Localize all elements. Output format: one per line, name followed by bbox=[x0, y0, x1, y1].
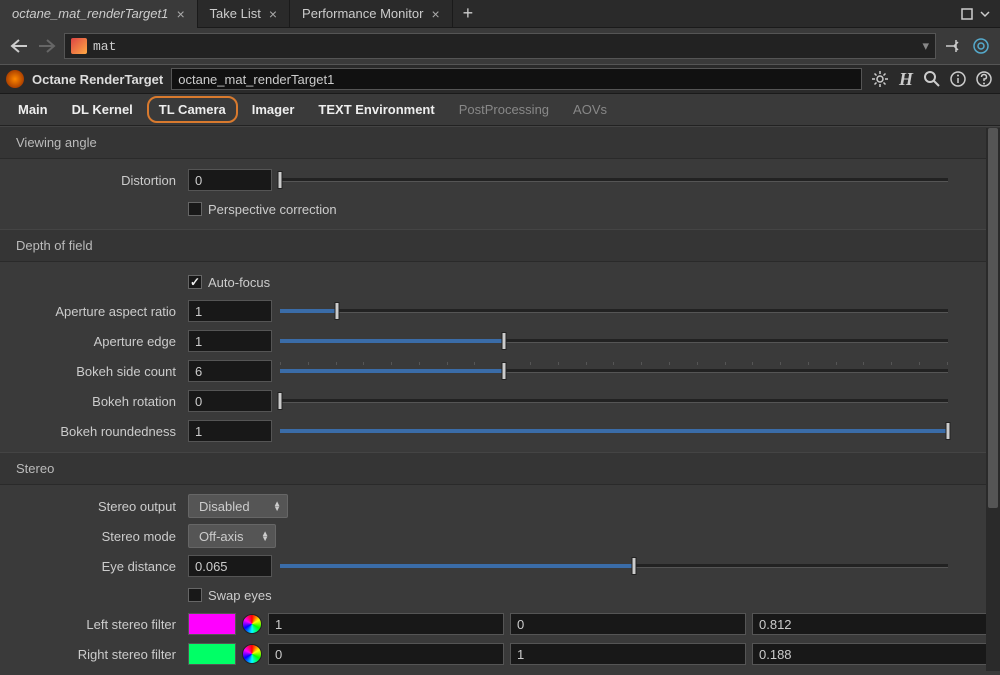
section-depth-of-field: Depth of field bbox=[0, 229, 1000, 262]
left-filter-color[interactable] bbox=[188, 613, 236, 635]
auto-focus-checkbox[interactable] bbox=[188, 275, 202, 289]
tab-take-list[interactable]: Take List × bbox=[198, 0, 291, 28]
eye-distance-label: Eye distance bbox=[0, 559, 180, 574]
stereo-mode-dropdown[interactable]: Off-axis ▲▼ bbox=[188, 524, 276, 548]
close-icon[interactable]: × bbox=[176, 6, 184, 22]
swap-eyes-label: Swap eyes bbox=[208, 588, 272, 603]
forward-button[interactable] bbox=[36, 35, 58, 57]
right-filter-label: Right stereo filter bbox=[0, 647, 180, 662]
add-tab-button[interactable]: + bbox=[453, 0, 484, 28]
pin-icon[interactable] bbox=[942, 35, 964, 57]
node-type-label: Octane RenderTarget bbox=[32, 72, 163, 87]
aperture-aspect-label: Aperture aspect ratio bbox=[0, 304, 180, 319]
chevron-updown-icon: ▲▼ bbox=[273, 501, 281, 511]
chevron-down-icon[interactable]: ▾ bbox=[922, 38, 929, 54]
gear-icon[interactable] bbox=[870, 69, 890, 89]
octane-icon bbox=[6, 70, 24, 88]
window-tab-bar: octane_mat_renderTarget1 × Take List × P… bbox=[0, 0, 1000, 28]
perspective-correction-checkbox[interactable] bbox=[188, 202, 202, 216]
maximize-icon[interactable] bbox=[960, 7, 974, 21]
chevron-updown-icon: ▲▼ bbox=[261, 531, 269, 541]
tab-label: octane_mat_renderTarget1 bbox=[12, 6, 168, 21]
stereo-output-label: Stereo output bbox=[0, 499, 180, 514]
bokeh-sides-input[interactable]: 6 bbox=[188, 360, 272, 382]
color-picker-icon[interactable] bbox=[242, 614, 262, 634]
tab-imager[interactable]: Imager bbox=[242, 96, 305, 123]
right-filter-g[interactable]: 1 bbox=[510, 643, 746, 665]
bokeh-roundedness-label: Bokeh roundedness bbox=[0, 424, 180, 439]
houdini-icon[interactable]: H bbox=[896, 69, 916, 89]
aperture-edge-label: Aperture edge bbox=[0, 334, 180, 349]
window-menu-icon[interactable] bbox=[978, 7, 992, 21]
target-icon[interactable] bbox=[970, 35, 992, 57]
close-icon[interactable]: × bbox=[269, 6, 277, 22]
eye-distance-input[interactable]: 0.065 bbox=[188, 555, 272, 577]
scroll-thumb[interactable] bbox=[988, 128, 998, 508]
bokeh-rotation-label: Bokeh rotation bbox=[0, 394, 180, 409]
aperture-aspect-slider[interactable] bbox=[280, 300, 948, 322]
path-input[interactable]: mat ▾ bbox=[64, 33, 936, 59]
search-icon[interactable] bbox=[922, 69, 942, 89]
color-picker-icon[interactable] bbox=[242, 644, 262, 664]
eye-distance-slider[interactable] bbox=[280, 555, 948, 577]
swap-eyes-checkbox[interactable] bbox=[188, 588, 202, 602]
close-icon[interactable]: × bbox=[431, 6, 439, 22]
stereo-mode-label: Stereo mode bbox=[0, 529, 180, 544]
aperture-edge-input[interactable]: 1 bbox=[188, 330, 272, 352]
distortion-input[interactable]: 0 bbox=[188, 169, 272, 191]
distortion-slider[interactable] bbox=[280, 169, 948, 191]
tab-tl-camera[interactable]: TL Camera bbox=[147, 96, 238, 123]
bokeh-sides-slider[interactable] bbox=[280, 360, 948, 382]
tab-text-environment[interactable]: TEXT Environment bbox=[308, 96, 444, 123]
bokeh-rotation-input[interactable]: 0 bbox=[188, 390, 272, 412]
left-filter-g[interactable]: 0 bbox=[510, 613, 746, 635]
right-filter-b[interactable]: 0.188 bbox=[752, 643, 988, 665]
right-filter-r[interactable]: 0 bbox=[268, 643, 504, 665]
help-icon[interactable] bbox=[974, 69, 994, 89]
path-nav-bar: mat ▾ bbox=[0, 28, 1000, 64]
section-viewing-angle: Viewing angle bbox=[0, 126, 1000, 159]
container-icon bbox=[71, 38, 87, 54]
bokeh-roundedness-slider[interactable] bbox=[280, 420, 948, 442]
section-stereo: Stereo bbox=[0, 452, 1000, 485]
info-icon[interactable] bbox=[948, 69, 968, 89]
tab-performance-monitor[interactable]: Performance Monitor × bbox=[290, 0, 453, 28]
bokeh-rotation-slider[interactable] bbox=[280, 390, 948, 412]
tab-aovs[interactable]: AOVs bbox=[563, 96, 617, 123]
stereo-params: Stereo output Disabled ▲▼ Stereo mode Of… bbox=[0, 485, 1000, 675]
tab-postprocessing[interactable]: PostProcessing bbox=[449, 96, 559, 123]
tab-label: Performance Monitor bbox=[302, 6, 423, 21]
tab-label: Take List bbox=[210, 6, 261, 21]
left-filter-r[interactable]: 1 bbox=[268, 613, 504, 635]
dof-params: Auto-focus Aperture aspect ratio 1 Apert… bbox=[0, 262, 1000, 452]
left-filter-label: Left stereo filter bbox=[0, 617, 180, 632]
distortion-label: Distortion bbox=[0, 173, 180, 188]
path-text: mat bbox=[93, 39, 916, 54]
tab-render-target[interactable]: octane_mat_renderTarget1 × bbox=[0, 0, 198, 28]
perspective-correction-label: Perspective correction bbox=[208, 202, 337, 217]
viewing-params: Distortion 0 Perspective correction bbox=[0, 159, 1000, 229]
vertical-scrollbar[interactable] bbox=[986, 128, 1000, 671]
tab-dl-kernel[interactable]: DL Kernel bbox=[62, 96, 143, 123]
back-button[interactable] bbox=[8, 35, 30, 57]
auto-focus-label: Auto-focus bbox=[208, 275, 270, 290]
stereo-output-dropdown[interactable]: Disabled ▲▼ bbox=[188, 494, 288, 518]
node-name-input[interactable]: octane_mat_renderTarget1 bbox=[171, 68, 862, 90]
aperture-edge-slider[interactable] bbox=[280, 330, 948, 352]
bokeh-roundedness-input[interactable]: 1 bbox=[188, 420, 272, 442]
aperture-aspect-input[interactable]: 1 bbox=[188, 300, 272, 322]
right-filter-color[interactable] bbox=[188, 643, 236, 665]
left-filter-b[interactable]: 0.812 bbox=[752, 613, 988, 635]
parameter-tabs: Main DL Kernel TL Camera Imager TEXT Env… bbox=[0, 94, 1000, 126]
tab-main[interactable]: Main bbox=[8, 96, 58, 123]
bokeh-sides-label: Bokeh side count bbox=[0, 364, 180, 379]
node-header: Octane RenderTarget octane_mat_renderTar… bbox=[0, 64, 1000, 94]
